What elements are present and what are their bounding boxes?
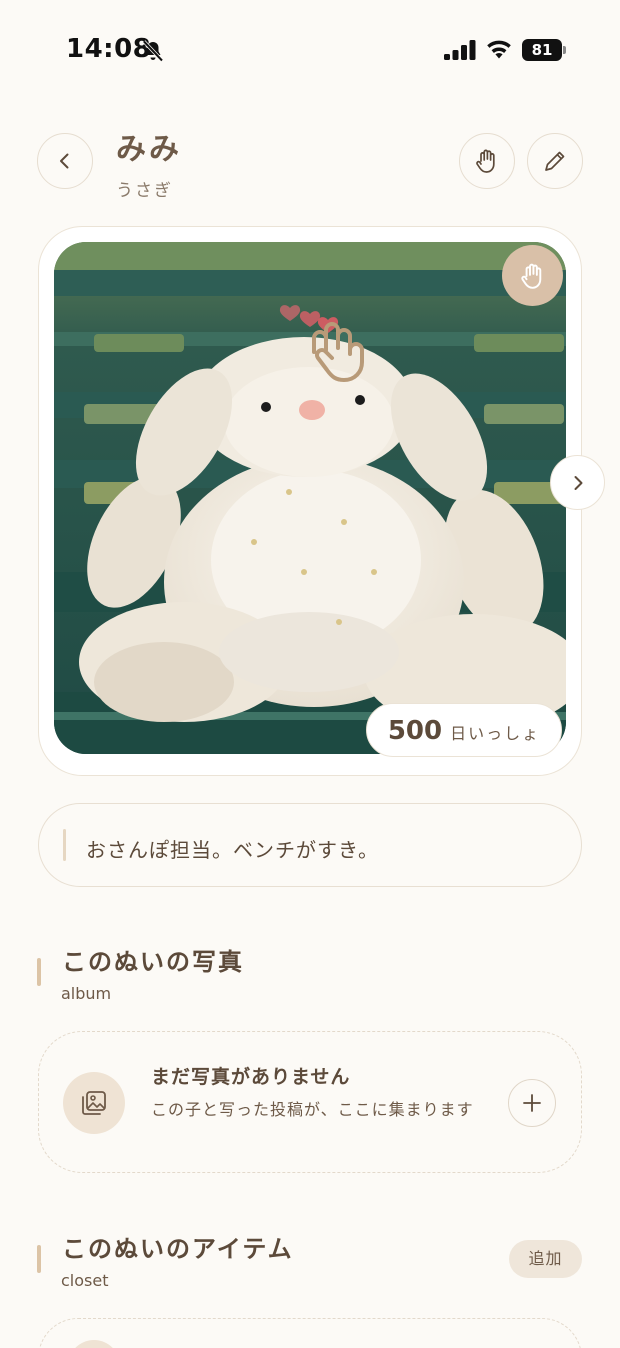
bell-muted-icon: [142, 40, 164, 62]
plus-icon: [523, 1094, 541, 1112]
chevron-right-icon: [574, 475, 582, 490]
pat-button[interactable]: [459, 133, 515, 189]
description-text: おさんぽ担当。ベンチがすき。: [86, 838, 379, 862]
pencil-icon: [545, 151, 565, 171]
back-chevron-icon: [60, 153, 69, 169]
album-empty-icon-wrap: [63, 1072, 125, 1134]
album-empty-title: まだ写真がありません: [151, 1066, 351, 1088]
add-item-button[interactable]: 追加: [509, 1240, 582, 1278]
add-photo-button[interactable]: [508, 1079, 556, 1127]
days-count: 500: [387, 716, 443, 746]
signal-icon: [444, 40, 476, 60]
photo-album-icon: [82, 1091, 106, 1115]
closet-subtitle: closet: [61, 1271, 109, 1290]
pat-photo-button[interactable]: [502, 245, 563, 306]
closet-card: [38, 1318, 582, 1348]
album-title: このぬいの写真: [62, 948, 244, 976]
days-unit: 日いっしょ: [450, 724, 541, 743]
description-accent-bar: [63, 829, 66, 861]
nui-photo[interactable]: [54, 242, 566, 754]
album-subtitle: album: [61, 984, 112, 1003]
album-empty-description: この子と写った投稿が、ここに集まります: [151, 1100, 474, 1119]
battery-level: 81: [522, 39, 562, 61]
closet-title: このぬいのアイテム: [62, 1235, 294, 1263]
next-photo-button[interactable]: [550, 455, 605, 510]
hand-icon: [520, 263, 541, 289]
status-time: 14:08: [66, 34, 152, 64]
battery-icon: 81: [522, 39, 566, 61]
days-together-badge: 500 日いっしょ: [366, 703, 562, 757]
album-accent-bar: [37, 958, 41, 986]
nui-name: みみ: [116, 132, 182, 167]
status-bar: 14:08 81: [0, 0, 620, 100]
hand-icon: [476, 149, 495, 173]
closet-accent-bar: [37, 1245, 41, 1273]
nui-species: うさぎ: [116, 181, 173, 201]
wifi-icon: [487, 40, 511, 59]
back-button[interactable]: [37, 133, 93, 189]
edit-button[interactable]: [527, 133, 583, 189]
